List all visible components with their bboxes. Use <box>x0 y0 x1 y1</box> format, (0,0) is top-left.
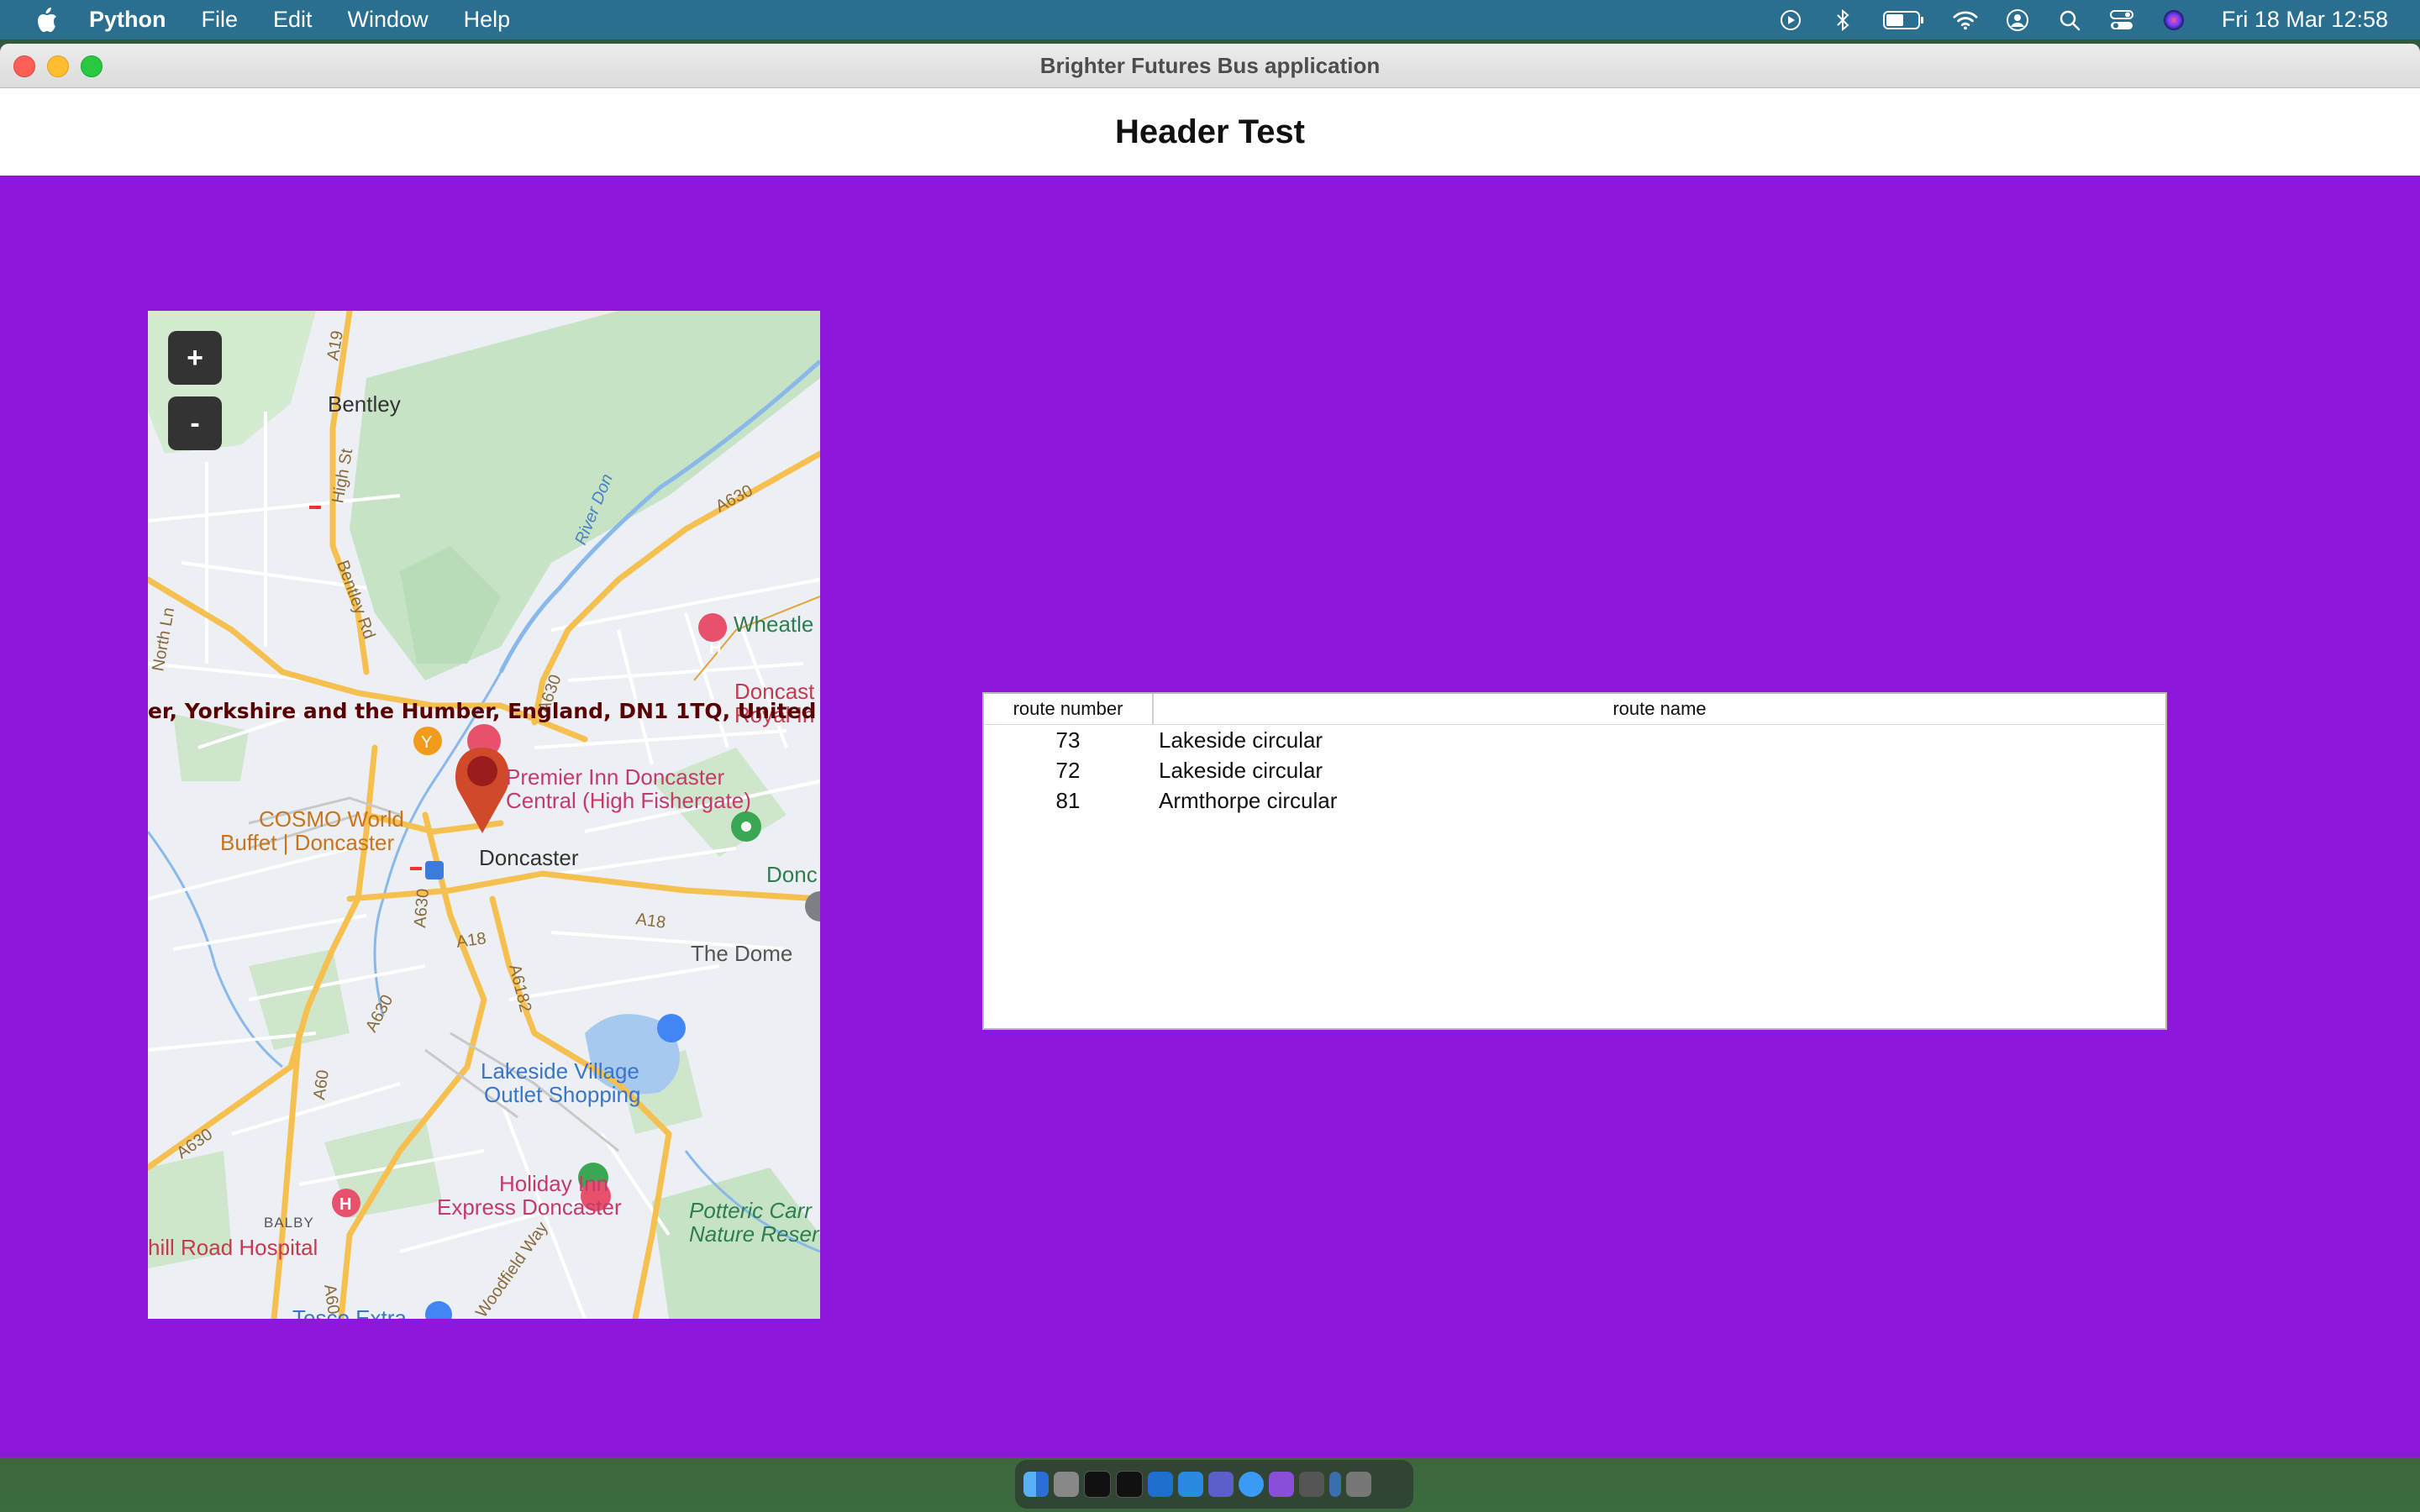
place-balby: BALBY <box>264 1215 314 1231</box>
window-title: Brighter Futures Bus application <box>1039 52 1381 78</box>
svg-text:H: H <box>339 1195 351 1214</box>
place-bentley: Bentley <box>328 391 401 417</box>
siri-icon[interactable] <box>2161 8 2186 33</box>
place-potteric-1: Potteric Carr <box>689 1198 812 1223</box>
dock <box>1015 1460 1413 1509</box>
place-tesco-extra: Tesco Extra <box>292 1305 407 1319</box>
cell-route-name: Lakeside circular <box>1159 727 1323 753</box>
routes-table[interactable]: route number route name 73 Lakeside circ… <box>982 692 2167 1030</box>
road-label-a630-s: A630 <box>411 888 433 928</box>
cell-route-name: Armthorpe circular <box>1159 788 1338 813</box>
header-bar: Header Test <box>0 88 2420 176</box>
place-doncaster: Doncaster <box>479 845 579 870</box>
search-icon[interactable] <box>2057 8 2082 33</box>
menu-bar: Python File Edit Window Help Fri 18 Mar … <box>0 0 2420 39</box>
python-icon[interactable] <box>1329 1472 1341 1497</box>
menu-help[interactable]: Help <box>464 7 511 33</box>
map-view[interactable]: H Y H A19 High St Bentley Rd A630 A630 A… <box>148 311 820 1319</box>
github-icon[interactable] <box>1269 1472 1294 1497</box>
place-holiday-inn-2: Express Doncaster <box>437 1194 622 1220</box>
place-lakeside-2: Outlet Shopping <box>484 1082 641 1107</box>
menu-edit[interactable]: Edit <box>273 7 313 33</box>
svg-text:H: H <box>709 639 721 658</box>
place-donc: Donc <box>766 862 818 887</box>
map-tiles: H Y H A19 High St Bentley Rd A630 A630 A… <box>148 311 820 1319</box>
bluetooth-icon[interactable] <box>1830 8 1855 33</box>
window-zoom-button[interactable] <box>81 55 103 77</box>
table-row[interactable]: 81 Armthorpe circular <box>984 785 2165 816</box>
place-premier-inn-2: Central (High Fishergate) <box>506 788 751 813</box>
cell-route-number: 72 <box>1055 758 1081 783</box>
terminal-icon[interactable] <box>1084 1471 1111 1498</box>
place-hill-road-hospital: hill Road Hospital <box>148 1235 318 1260</box>
column-header-route-name[interactable]: route name <box>1154 694 2165 724</box>
control-center-icon[interactable] <box>2109 8 2134 33</box>
user-icon[interactable] <box>2005 8 2030 33</box>
window-close-button[interactable] <box>13 55 35 77</box>
apple-menu-icon[interactable] <box>34 7 59 34</box>
address-label: ter, Yorkshire and the Humber, England, … <box>148 699 820 723</box>
place-potteric-2: Nature Reser <box>689 1221 819 1247</box>
cell-route-number: 81 <box>1055 788 1081 813</box>
menu-app-name[interactable]: Python <box>89 7 166 33</box>
calculator-icon[interactable] <box>1299 1472 1324 1497</box>
window-minimize-button[interactable] <box>47 55 69 77</box>
app-window: Brighter Futures Bus application Header … <box>0 44 2420 1457</box>
page-title: Header Test <box>1114 113 1305 150</box>
vscode-icon[interactable] <box>1178 1472 1203 1497</box>
battery-icon[interactable] <box>1882 8 1926 33</box>
svg-text:Y: Y <box>421 733 432 752</box>
table-row[interactable]: 72 Lakeside circular <box>984 755 2165 785</box>
zoom-in-button[interactable]: + <box>168 331 222 385</box>
place-wheatley: Wheatle <box>734 612 814 637</box>
menu-clock[interactable]: Fri 18 Mar 12:58 <box>2222 7 2388 33</box>
table-row[interactable]: 73 Lakeside circular <box>984 725 2165 755</box>
outlook-icon[interactable] <box>1148 1472 1173 1497</box>
cell-route-number: 73 <box>1055 727 1081 753</box>
terminal-icon[interactable] <box>1116 1471 1143 1498</box>
menu-window[interactable]: Window <box>348 7 429 33</box>
play-icon[interactable] <box>1778 8 1803 33</box>
place-cosmo-2: Buffet | Doncaster <box>220 830 395 855</box>
place-cosmo-1: COSMO World <box>259 806 404 832</box>
table-header: route number route name <box>984 694 2165 725</box>
column-header-route-number[interactable]: route number <box>984 694 1154 724</box>
finder-icon[interactable] <box>1023 1472 1049 1497</box>
trash-icon[interactable] <box>1346 1472 1371 1497</box>
cell-route-name: Lakeside circular <box>1159 758 1323 783</box>
place-holiday-inn-1: Holiday Inn <box>499 1171 609 1196</box>
window-titlebar[interactable]: Brighter Futures Bus application <box>0 44 2420 88</box>
place-the-dome: The Dome <box>691 941 793 966</box>
launchpad-icon[interactable] <box>1054 1472 1079 1497</box>
place-lakeside-1: Lakeside Village <box>481 1058 639 1084</box>
place-premier-inn-1: Premier Inn Doncaster <box>506 764 725 790</box>
zoom-out-button[interactable]: - <box>168 396 222 450</box>
safari-icon[interactable] <box>1239 1472 1264 1497</box>
wifi-icon[interactable] <box>1953 8 1978 33</box>
menu-file[interactable]: File <box>202 7 239 33</box>
teams-icon[interactable] <box>1208 1472 1234 1497</box>
